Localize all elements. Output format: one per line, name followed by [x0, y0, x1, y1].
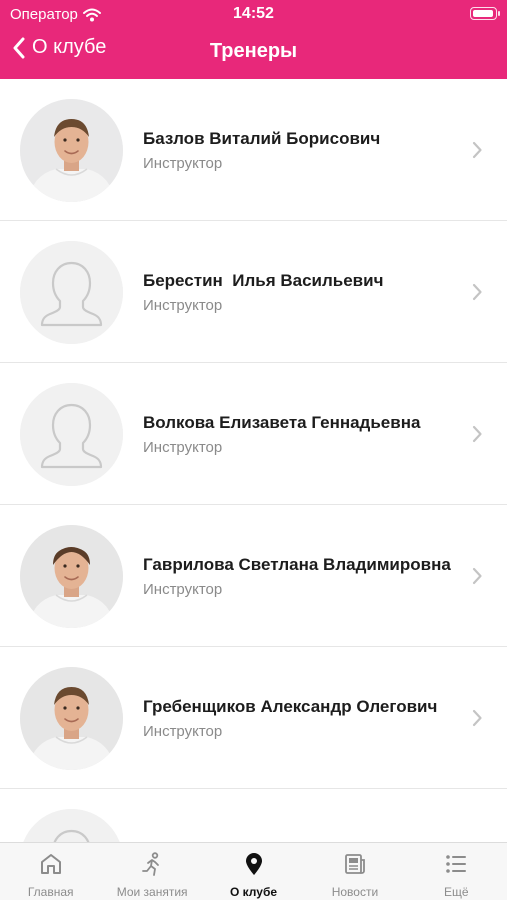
chevron-right-icon [471, 709, 483, 727]
chevron-right-icon [471, 141, 483, 159]
avatar-placeholder-icon [20, 809, 123, 842]
trainer-role: Инструктор [143, 723, 223, 740]
trainer-name: Гребенщиков Александр Олегович [143, 697, 438, 716]
trainer-photo [20, 99, 123, 202]
tab-newspaper[interactable]: Новости [304, 843, 405, 900]
trainer-row[interactable]: Гаврилова Светлана Владимировна Инструкто… [0, 505, 507, 647]
tab-more-list[interactable]: Ещё [406, 843, 507, 900]
avatar-placeholder-icon [20, 383, 123, 486]
chevron-right-icon [471, 425, 483, 443]
location-pin-icon [241, 851, 267, 882]
trainer-list: Базлов Виталий Борисович Инструктор Берест… [0, 79, 507, 842]
trainer-name: Волкова Елизавета Геннадьевна [143, 413, 421, 432]
tab-label: Новости [331, 885, 379, 899]
trainer-row[interactable] [0, 789, 507, 842]
newspaper-icon [342, 851, 368, 882]
trainer-row[interactable]: Гребенщиков Александр Олегович Инструктор [0, 647, 507, 789]
trainer-role: Инструктор [143, 439, 223, 456]
runner-icon [139, 851, 165, 882]
chevron-right-icon [471, 567, 483, 585]
trainer-row[interactable]: Базлов Виталий Борисович Инструктор [0, 79, 507, 221]
battery-icon [470, 7, 500, 20]
navigation-bar: О клубе Тренеры [0, 30, 507, 76]
more-list-icon [443, 851, 469, 882]
page-title: Тренеры [209, 40, 298, 62]
tab-location-pin[interactable]: О клубе [203, 843, 304, 900]
trainer-name: Берестин Илья Васильевич [143, 271, 384, 290]
tab-label: О клубе [229, 885, 278, 899]
tab-bar: Главная Мои занятия О клубе Новости Ещё [0, 842, 507, 900]
trainer-row[interactable]: Берестин Илья Васильевич Инструктор [0, 221, 507, 363]
avatar-placeholder-icon [20, 241, 123, 344]
trainer-role: Инструктор [143, 155, 223, 172]
status-time: 14:52 [233, 5, 274, 22]
trainer-name: Гаврилова Светлана Владимировна [143, 555, 451, 574]
trainer-row[interactable]: Волкова Елизавета Геннадьевна Инструктор [0, 363, 507, 505]
tab-runner[interactable]: Мои занятия [101, 843, 202, 900]
trainer-role: Инструктор [143, 297, 223, 314]
trainer-photo [20, 667, 123, 770]
chevron-right-icon [471, 283, 483, 301]
tab-label: Главная [27, 885, 74, 899]
home-icon [38, 851, 64, 882]
tab-label: Мои занятия [116, 885, 188, 899]
tab-label: Ещё [444, 885, 469, 899]
status-bar: Оператор 14:52 [0, 0, 507, 28]
trainer-role: Инструктор [143, 581, 223, 598]
trainer-name: Базлов Виталий Борисович [143, 129, 381, 148]
trainer-photo [20, 525, 123, 628]
tab-home[interactable]: Главная [0, 843, 101, 900]
app-header: Оператор 14:52 О клубе Тренеры [0, 0, 507, 79]
